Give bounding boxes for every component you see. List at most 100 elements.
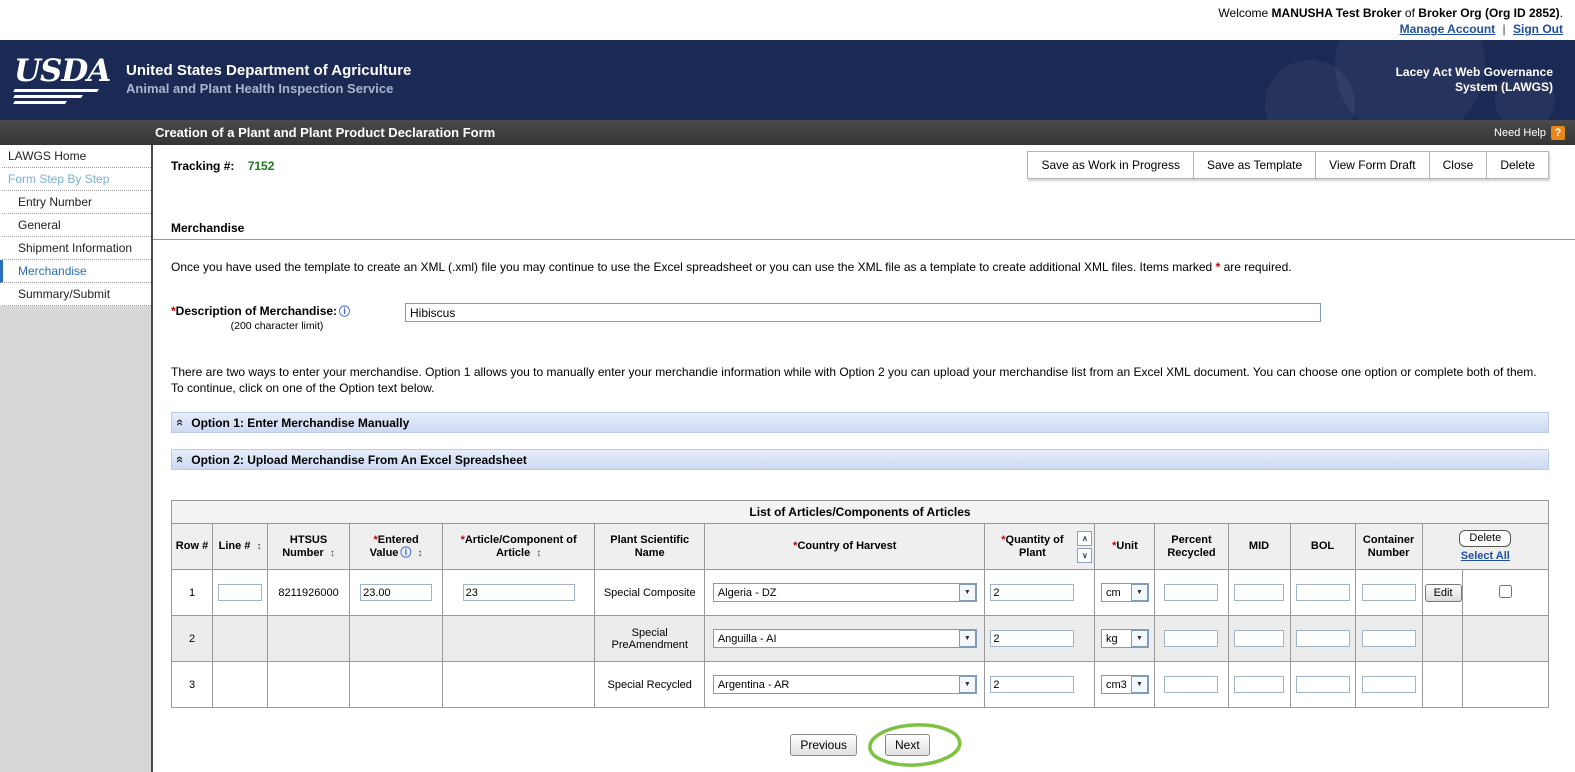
col-label: Unit bbox=[1116, 540, 1137, 552]
edit-cell bbox=[1422, 616, 1462, 662]
delete-button[interactable]: Delete bbox=[1486, 151, 1549, 179]
info-icon[interactable]: ⓘ bbox=[339, 306, 350, 318]
user-bar: Welcome MANUSHA Test Broker of Broker Or… bbox=[0, 0, 1575, 40]
article-input[interactable] bbox=[463, 584, 575, 601]
quantity-header-spinner: ∧ ∨ bbox=[1077, 531, 1092, 563]
articles-table: List of Articles/Components of Articles … bbox=[171, 500, 1549, 708]
row-delete-checkbox[interactable] bbox=[1499, 585, 1512, 598]
line-number-cell bbox=[213, 662, 268, 708]
bol-input[interactable] bbox=[1296, 676, 1350, 693]
sidebar-item-entry-number[interactable]: Entry Number bbox=[0, 191, 151, 214]
sidebar-item-merchandise[interactable]: Merchandise bbox=[0, 260, 151, 283]
percent-recycled-input[interactable] bbox=[1164, 584, 1218, 601]
next-button[interactable]: Next bbox=[885, 734, 930, 756]
app-name-line2: System (LAWGS) bbox=[1396, 80, 1553, 95]
spin-down-icon[interactable]: ∨ bbox=[1077, 548, 1092, 563]
quantity-input[interactable] bbox=[990, 584, 1074, 601]
mid-input[interactable] bbox=[1234, 630, 1284, 647]
line-number-cell bbox=[213, 616, 268, 662]
dropdown-arrow-icon[interactable]: ▼ bbox=[959, 676, 976, 693]
htsus-value bbox=[268, 662, 350, 708]
need-help[interactable]: Need Help ? bbox=[1494, 126, 1575, 140]
option1-toggle[interactable]: « Option 1: Enter Merchandise Manually bbox=[171, 412, 1549, 433]
dropdown-arrow-icon[interactable]: ▼ bbox=[1131, 630, 1148, 647]
quantity-input[interactable] bbox=[990, 630, 1074, 647]
collapse-chevrons-icon: « bbox=[173, 456, 188, 463]
bol-input[interactable] bbox=[1296, 630, 1350, 647]
description-char-limit: (200 character limit) bbox=[171, 320, 383, 332]
need-help-label: Need Help bbox=[1494, 127, 1546, 139]
help-icon[interactable]: ? bbox=[1551, 126, 1565, 140]
sidebar-item-lawgs-home[interactable]: LAWGS Home bbox=[0, 145, 151, 168]
save-work-in-progress-button[interactable]: Save as Work in Progress bbox=[1027, 151, 1194, 179]
delete-rows-button[interactable]: Delete bbox=[1459, 530, 1511, 547]
sidebar-item-shipment-information[interactable]: Shipment Information bbox=[0, 237, 151, 260]
container-number-input[interactable] bbox=[1362, 676, 1416, 693]
col-header-delete: Delete Select All bbox=[1422, 524, 1548, 570]
col-header-row-number: Row # bbox=[172, 524, 213, 570]
table-row: 2 Special PreAmendment Anguilla - AI ▼ bbox=[172, 616, 1549, 662]
sort-icon[interactable]: ↕ bbox=[330, 548, 335, 559]
article-cell bbox=[443, 616, 595, 662]
htsus-value: 8211926000 bbox=[268, 570, 350, 616]
country-selected-value: Algeria - DZ bbox=[718, 587, 959, 599]
main-top-row: Tracking #: 7152 Save as Work in Progres… bbox=[171, 151, 1549, 179]
intro-paragraph: Once you have used the template to creat… bbox=[171, 260, 1549, 275]
entered-value-input[interactable] bbox=[360, 584, 432, 601]
dropdown-arrow-icon[interactable]: ▼ bbox=[1131, 584, 1148, 601]
delete-cell bbox=[1462, 662, 1548, 708]
info-icon[interactable]: ⓘ bbox=[400, 547, 411, 559]
sign-out-link[interactable]: Sign Out bbox=[1513, 22, 1563, 36]
option1-label: Option 1: Enter Merchandise Manually bbox=[191, 416, 409, 430]
main-content: Tracking #: 7152 Save as Work in Progres… bbox=[153, 145, 1575, 772]
percent-recycled-input[interactable] bbox=[1164, 676, 1218, 693]
country-select[interactable]: Anguilla - AI ▼ bbox=[713, 629, 977, 648]
select-all-link[interactable]: Select All bbox=[1425, 550, 1546, 563]
plant-name-value: Special PreAmendment bbox=[595, 616, 705, 662]
sidebar-item-form-step-by-step[interactable]: Form Step By Step bbox=[0, 168, 151, 191]
sidebar-item-summary-submit[interactable]: Summary/Submit bbox=[0, 283, 151, 306]
unit-select[interactable]: cm ▼ bbox=[1101, 583, 1149, 602]
mid-input[interactable] bbox=[1234, 584, 1284, 601]
dropdown-arrow-icon[interactable]: ▼ bbox=[1131, 676, 1148, 693]
unit-select[interactable]: kg ▼ bbox=[1101, 629, 1149, 648]
usda-logo-icon: USDA bbox=[14, 56, 110, 104]
sort-icon[interactable]: ↕ bbox=[536, 548, 541, 559]
close-button[interactable]: Close bbox=[1429, 151, 1488, 179]
htsus-value bbox=[268, 616, 350, 662]
save-as-template-button[interactable]: Save as Template bbox=[1193, 151, 1316, 179]
container-number-input[interactable] bbox=[1362, 584, 1416, 601]
country-select[interactable]: Algeria - DZ ▼ bbox=[713, 583, 977, 602]
plant-name-value: Special Composite bbox=[595, 570, 705, 616]
col-header-container-number: Container Number bbox=[1355, 524, 1422, 570]
unit-select[interactable]: cm3 ▼ bbox=[1101, 675, 1149, 694]
option2-toggle[interactable]: « Option 2: Upload Merchandise From An E… bbox=[171, 449, 1549, 470]
sort-icon[interactable]: ↕ bbox=[417, 548, 422, 559]
row-number-cell: 3 bbox=[172, 662, 213, 708]
section-title: Merchandise bbox=[153, 221, 1575, 240]
view-form-draft-button[interactable]: View Form Draft bbox=[1315, 151, 1429, 179]
percent-recycled-input[interactable] bbox=[1164, 630, 1218, 647]
sidebar-fill bbox=[0, 306, 151, 772]
content-area: LAWGS Home Form Step By Step Entry Numbe… bbox=[0, 145, 1575, 772]
sort-icon[interactable]: ↕ bbox=[256, 541, 261, 552]
intro-text-post: are required. bbox=[1224, 260, 1292, 274]
dropdown-arrow-icon[interactable]: ▼ bbox=[959, 630, 976, 647]
bol-input[interactable] bbox=[1296, 584, 1350, 601]
options-paragraph: There are two ways to enter your merchan… bbox=[171, 364, 1549, 396]
col-header-bol: BOL bbox=[1290, 524, 1355, 570]
description-input[interactable] bbox=[405, 303, 1321, 322]
quantity-input[interactable] bbox=[990, 676, 1074, 693]
spin-up-icon[interactable]: ∧ bbox=[1077, 531, 1092, 546]
container-number-input[interactable] bbox=[1362, 630, 1416, 647]
mid-input[interactable] bbox=[1234, 676, 1284, 693]
country-select[interactable]: Argentina - AR ▼ bbox=[713, 675, 977, 694]
dropdown-arrow-icon[interactable]: ▼ bbox=[959, 584, 976, 601]
edit-row-button[interactable]: Edit bbox=[1425, 584, 1462, 602]
required-star: * bbox=[1216, 260, 1221, 274]
manage-account-link[interactable]: Manage Account bbox=[1400, 22, 1496, 36]
line-number-input[interactable] bbox=[218, 584, 262, 601]
sidebar-item-general[interactable]: General bbox=[0, 214, 151, 237]
previous-button[interactable]: Previous bbox=[790, 734, 857, 756]
footer-buttons: Previous Next bbox=[171, 734, 1549, 756]
